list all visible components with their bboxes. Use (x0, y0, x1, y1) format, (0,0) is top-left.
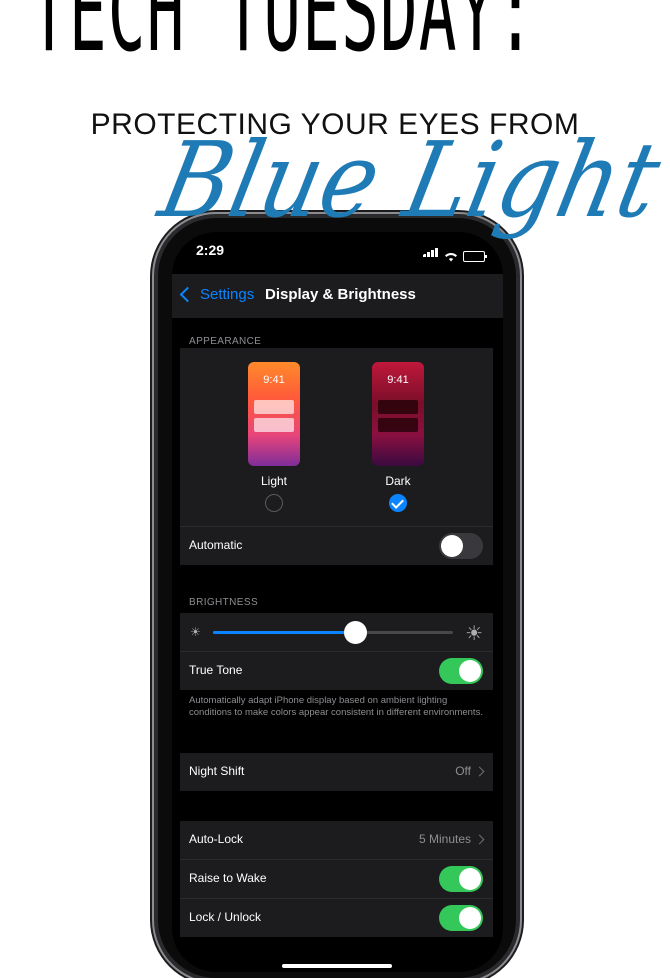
preview-notification (254, 418, 294, 432)
true-tone-toggle[interactable] (439, 658, 483, 684)
status-icons (423, 244, 487, 262)
light-label: Light (260, 474, 288, 488)
brightness-group: ☀ ☀ True Tone (180, 613, 493, 690)
chevron-right-icon (474, 766, 485, 777)
back-button[interactable]: Settings (179, 286, 255, 303)
script-title: Blue Light (150, 119, 670, 241)
nav-bar: Settings Display & Brightness (172, 274, 503, 318)
lock-unlock-label: Lock / Unlock (189, 910, 262, 924)
true-tone-label: True Tone (189, 663, 243, 677)
light-mode-preview[interactable]: 9:41 (248, 362, 300, 466)
dark-label: Dark (385, 474, 411, 488)
section-header-appearance: APPEARANCE (189, 336, 262, 347)
auto-lock-label: Auto-Lock (189, 832, 244, 846)
light-radio[interactable] (265, 494, 283, 512)
preview-notification (378, 418, 418, 432)
appearance-group: 9:41 9:41 Light Dark Automatic (180, 348, 493, 565)
automatic-label: Automatic (189, 538, 243, 552)
preview-notification (378, 400, 418, 414)
true-tone-footnote: Automatically adapt iPhone display based… (180, 690, 493, 753)
settings-content: APPEARANCE 9:41 9:41 Light Dark Automati… (180, 318, 493, 937)
dark-radio-checkmark-icon[interactable] (389, 494, 407, 512)
headline: TECH TUESDAY: (30, 0, 536, 77)
chevron-right-icon (474, 834, 485, 845)
night-shift-group: Night Shift Off (180, 753, 493, 791)
preview-time: 9:41 (263, 374, 285, 386)
sun-large-icon: ☀ (465, 623, 483, 645)
auto-lock-value: 5 Minutes (418, 832, 471, 846)
section-spacer (180, 791, 493, 821)
automatic-toggle[interactable] (439, 533, 483, 559)
status-time: 2:29 (196, 242, 225, 258)
preview-notification (254, 400, 294, 414)
slider-thumb[interactable] (343, 621, 367, 644)
lock-unlock-row: Lock / Unlock (180, 898, 493, 937)
raise-to-wake-label: Raise to Wake (189, 871, 267, 885)
auto-lock-row[interactable]: Auto-Lock 5 Minutes (180, 821, 493, 859)
battery-icon (463, 251, 487, 262)
chevron-left-icon (179, 286, 196, 303)
raise-to-wake-toggle[interactable] (439, 866, 483, 892)
true-tone-row: True Tone (180, 651, 493, 690)
raise-to-wake-row: Raise to Wake (180, 859, 493, 898)
dark-mode-preview[interactable]: 9:41 (372, 362, 424, 466)
preview-time: 9:41 (387, 374, 409, 386)
night-shift-row[interactable]: Night Shift Off (180, 753, 493, 791)
phone-screen: 2:29 Settings Display & Brightness APPEA… (172, 232, 503, 972)
appearance-picker: 9:41 9:41 Light Dark (180, 348, 493, 526)
night-shift-label: Night Shift (189, 764, 245, 778)
wifi-icon (445, 253, 457, 262)
back-label: Settings (200, 286, 255, 303)
section-header-brightness: BRIGHTNESS (189, 597, 259, 608)
home-indicator (282, 964, 392, 968)
brightness-slider-row: ☀ ☀ (180, 613, 493, 651)
night-shift-value: Off (455, 764, 471, 778)
sun-small-icon: ☀ (190, 625, 201, 639)
page-title: Display & Brightness (265, 286, 416, 303)
brightness-slider[interactable] (213, 621, 453, 644)
lock-unlock-toggle[interactable] (439, 905, 483, 931)
automatic-row: Automatic (180, 526, 493, 565)
